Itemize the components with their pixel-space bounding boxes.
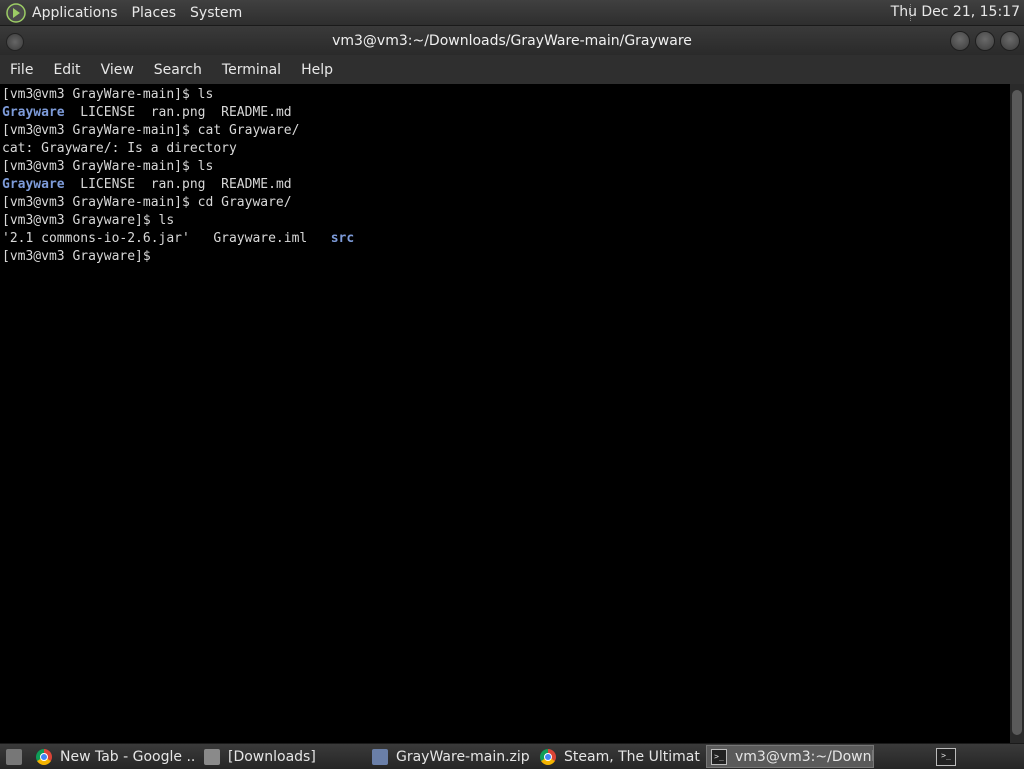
taskbar-item-archive[interactable]: GrayWare-main.zip <box>372 745 532 768</box>
directory-entry: src <box>330 231 355 246</box>
show-desktop-icon <box>6 748 22 765</box>
terminal-line: [vm3@vm3 GrayWare-main]$ cd Grayware/ <box>0 194 1010 212</box>
terminal-text: [vm3@vm3 GrayWare-main]$ cd Grayware/ <box>2 195 292 210</box>
terminal-line: [vm3@vm3 Grayware]$ ls <box>0 212 1010 230</box>
terminal-text: [vm3@vm3 GrayWare-main]$ ls <box>2 87 214 102</box>
workspace-icon: >_ <box>936 747 956 766</box>
terminal-output[interactable]: [vm3@vm3 GrayWare-main]$ ls Grayware LIC… <box>0 84 1010 743</box>
taskbar-item-terminal[interactable]: >_ vm3@vm3:~/Downl... <box>706 745 874 768</box>
chrome-icon <box>36 748 52 765</box>
top-panel: Applications Places System Thu Dec 21, 1… <box>0 0 1024 26</box>
archive-icon <box>372 748 388 765</box>
terminal-text: [vm3@vm3 Grayware]$ ls <box>2 213 175 228</box>
terminal-text: LICENSE ran.png README.md <box>64 177 292 192</box>
scrollbar-thumb[interactable] <box>1012 90 1022 735</box>
terminal-text: LICENSE ran.png README.md <box>64 105 292 120</box>
terminal-text: [vm3@vm3 GrayWare-main]$ ls <box>2 159 214 174</box>
maximize-button[interactable] <box>975 31 995 51</box>
directory-entry: Grayware <box>2 105 65 120</box>
directory-entry: Grayware <box>2 177 65 192</box>
menu-file[interactable]: File <box>0 62 43 78</box>
taskbar-item-new-tab[interactable]: New Tab - Google ... <box>36 745 196 768</box>
show-desktop-button[interactable] <box>2 745 32 768</box>
terminal-scrollbar[interactable] <box>1010 84 1024 743</box>
terminal-prompt-line[interactable]: [vm3@vm3 Grayware]$ <box>0 248 1010 266</box>
terminal-text: '2.1 commons-io-2.6.jar' Grayware.iml <box>2 231 331 246</box>
terminal-text: [vm3@vm3 GrayWare-main]$ cat Grayware/ <box>2 123 300 138</box>
menu-view[interactable]: View <box>91 62 144 78</box>
terminal-line: cat: Grayware/: Is a directory <box>0 140 1010 158</box>
applications-menu[interactable]: Applications <box>32 5 118 21</box>
terminal-text: cat: Grayware/: Is a directory <box>2 141 237 156</box>
terminal-line: [vm3@vm3 GrayWare-main]$ ls <box>0 158 1010 176</box>
taskbar: New Tab - Google ... [Downloads] GrayWar… <box>0 743 1024 769</box>
system-menu[interactable]: System <box>190 5 242 21</box>
taskbar-item-steam[interactable]: Steam, The Ultimat... <box>540 745 700 768</box>
taskbar-item-label: [Downloads] <box>228 748 316 765</box>
taskbar-item-label: GrayWare-main.zip <box>396 748 530 765</box>
terminal-prompt: [vm3@vm3 Grayware]$ <box>2 249 159 264</box>
window-title-bar[interactable]: vm3@vm3:~/Downloads/GrayWare-main/Graywa… <box>0 26 1024 55</box>
terminal-line: Grayware LICENSE ran.png README.md <box>0 176 1010 194</box>
menu-edit[interactable]: Edit <box>43 62 90 78</box>
terminal-icon: >_ <box>711 748 727 765</box>
menu-search[interactable]: Search <box>144 62 212 78</box>
applications-logo-icon[interactable] <box>6 2 26 23</box>
close-button[interactable] <box>1000 31 1020 51</box>
window-title: vm3@vm3:~/Downloads/GrayWare-main/Graywa… <box>332 32 692 49</box>
terminal-line: '2.1 commons-io-2.6.jar' Grayware.iml sr… <box>0 230 1010 248</box>
taskbar-item-label: Steam, The Ultimat... <box>564 748 700 765</box>
menu-terminal[interactable]: Terminal <box>212 62 291 78</box>
terminal-line: [vm3@vm3 GrayWare-main]$ ls <box>0 86 1010 104</box>
taskbar-item-label: New Tab - Google ... <box>60 748 196 765</box>
terminal-line: [vm3@vm3 GrayWare-main]$ cat Grayware/ <box>0 122 1010 140</box>
menu-help[interactable]: Help <box>291 62 343 78</box>
taskbar-item-label: vm3@vm3:~/Downl... <box>735 748 874 765</box>
places-menu[interactable]: Places <box>132 5 177 21</box>
window-menu-icon[interactable] <box>6 33 24 51</box>
folder-icon <box>204 748 220 765</box>
terminal-line: Grayware LICENSE ran.png README.md <box>0 104 1010 122</box>
workspace-switcher[interactable]: >_ <box>936 745 960 768</box>
chrome-icon <box>540 748 556 765</box>
minimize-button[interactable] <box>950 31 970 51</box>
menu-bar: File Edit View Search Terminal Help <box>0 55 1024 84</box>
clock[interactable]: Thu Dec 21, 15:17 <box>891 4 1020 20</box>
taskbar-item-downloads[interactable]: [Downloads] <box>204 745 364 768</box>
